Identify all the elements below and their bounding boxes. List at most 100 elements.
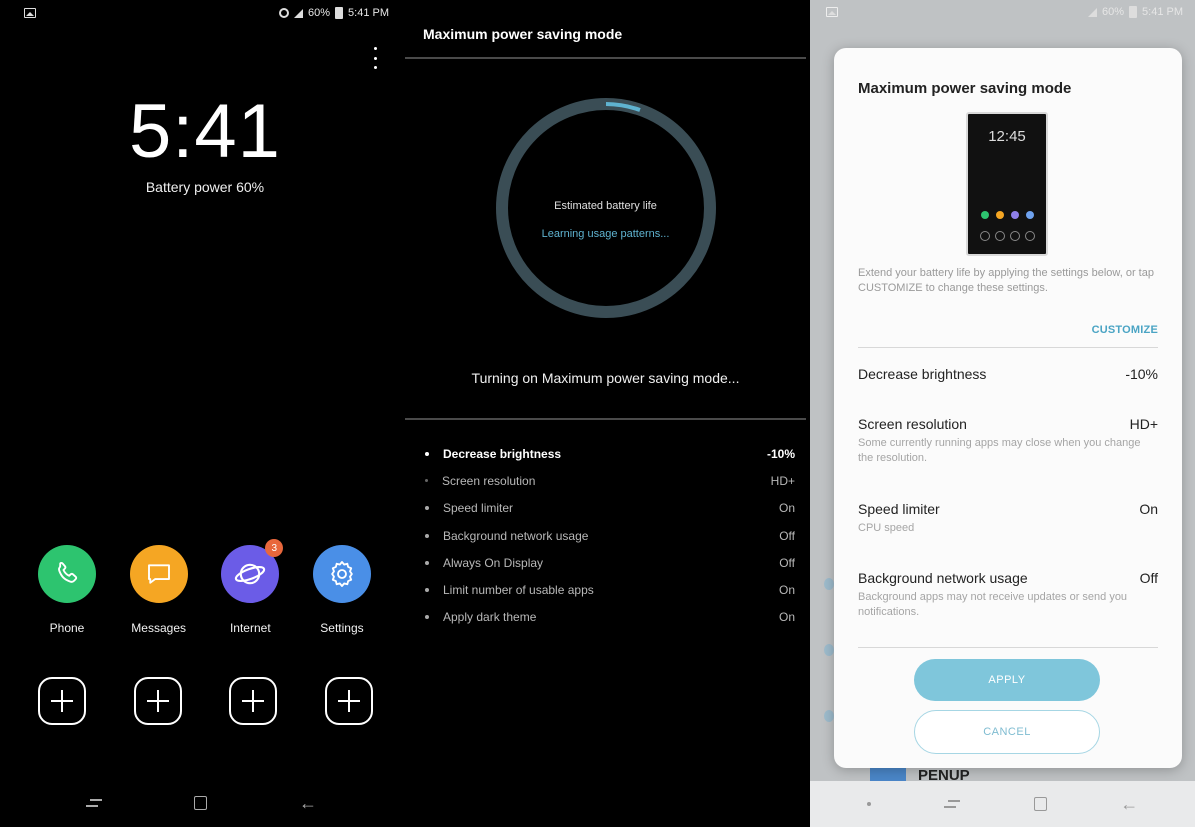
more-options-icon[interactable] [370, 47, 380, 69]
setting-value: On [1139, 501, 1158, 517]
settings-icon[interactable] [312, 545, 371, 603]
list-item: Decrease brightness -10% [425, 440, 795, 467]
preview-add-icon [1024, 231, 1035, 241]
preview-app-dot [980, 211, 989, 219]
setting-background-network: Background network usage Off Background a… [858, 570, 1158, 620]
setting-description: Background apps may not receive updates … [858, 591, 1128, 618]
preview-app-dot [995, 211, 1004, 219]
item-label: Limit number of usable apps [443, 583, 594, 598]
preview-app-dot [1010, 211, 1019, 219]
setting-label: Decrease brightness [858, 366, 987, 382]
status-bar: 60% 5:41 PM [0, 0, 403, 26]
battery-icon [1129, 6, 1138, 18]
recent-apps-icon[interactable] [86, 797, 102, 809]
item-label: Always On Display [443, 555, 544, 570]
app-settings[interactable]: Settings [297, 545, 387, 635]
learning-usage-text: Learning usage patterns... [541, 228, 670, 240]
status-message: Turning on Maximum power saving mode... [471, 370, 740, 386]
divider [858, 347, 1158, 348]
app-label: Settings [320, 621, 364, 635]
navigation-bar: ← [0, 779, 403, 827]
power-saving-dialog: Maximum power saving mode 12:45 Extend y… [834, 48, 1182, 768]
list-item: Always On Display Off [425, 549, 795, 576]
status-time: 5:41 PM [348, 7, 389, 19]
sync-icon [279, 8, 289, 18]
setting-value: Off [1139, 570, 1158, 586]
add-app-row [38, 677, 373, 725]
list-item: Screen resolution HD+ [425, 467, 795, 494]
apply-button[interactable]: APPLY [914, 659, 1100, 701]
preview-clock: 12:45 [988, 128, 1026, 145]
home-screen-panel: 60% 5:41 PM 5:41 Battery power 60% Phone… [0, 0, 403, 827]
home-clock: 5:41 [129, 89, 281, 174]
item-label: Background network usage [443, 528, 589, 543]
battery-percent: 60% [308, 7, 331, 19]
battery-power-text: Battery power 60% [145, 179, 265, 195]
recent-apps-icon[interactable] [944, 798, 961, 810]
back-icon[interactable]: ← [1120, 794, 1138, 815]
cancel-button[interactable]: CANCEL [914, 710, 1100, 754]
setting-decrease-brightness: Decrease brightness -10% [858, 366, 1158, 382]
app-internet[interactable]: 3 Internet [205, 539, 295, 635]
page-title: Maximum power saving mode [423, 26, 623, 42]
bullet-icon [425, 479, 428, 483]
app-label: Phone [49, 621, 85, 635]
status-bar: 60% 5:41 PM [810, 0, 1195, 24]
background-toggle-icon [824, 578, 834, 590]
dialog-description: Extend your battery life by applying the… [858, 267, 1154, 294]
gallery-notification-icon [24, 8, 36, 18]
applying-panel: Maximum power saving mode Estimated batt… [405, 0, 806, 827]
messages-icon[interactable] [129, 545, 188, 603]
setting-value: -10% [1125, 366, 1158, 382]
item-value: Off [779, 528, 795, 543]
confirm-dialog-panel: 60% 5:41 PM PENUP Maximum power saving m… [810, 0, 1195, 827]
bullet-icon [425, 533, 429, 538]
add-app-button[interactable] [229, 677, 278, 725]
app-label: Internet [229, 621, 271, 635]
dialog-title: Maximum power saving mode [858, 80, 1072, 97]
setting-label: Speed limiter [858, 501, 940, 517]
item-value: On [778, 610, 795, 625]
status-time: 5:41 PM [1142, 6, 1183, 18]
preview-add-icon [994, 231, 1005, 241]
preview-app-dot [1025, 211, 1034, 219]
bullet-icon [425, 506, 429, 511]
setting-label: Screen resolution [858, 416, 967, 432]
item-value: On [778, 583, 795, 598]
gallery-notification-icon [826, 7, 838, 17]
setting-description: Some currently running apps may close wh… [858, 437, 1141, 464]
add-app-button[interactable] [324, 677, 373, 725]
app-phone[interactable]: Phone [22, 545, 112, 635]
list-item: Background network usage Off [425, 522, 795, 549]
add-app-button[interactable] [38, 677, 86, 725]
item-label: Decrease brightness [443, 446, 562, 461]
preview-add-icon [1009, 231, 1020, 241]
item-value: HD+ [770, 473, 795, 488]
background-toggle-icon [824, 710, 834, 722]
back-icon[interactable]: ← [299, 793, 317, 814]
signal-icon [1088, 7, 1097, 17]
item-label: Screen resolution [442, 473, 536, 488]
app-label: Messages [131, 621, 186, 635]
divider [405, 418, 806, 420]
setting-speed-limiter: Speed limiter On CPU speed [858, 501, 1158, 536]
item-value: Off [779, 555, 795, 570]
phone-icon[interactable] [38, 545, 96, 603]
internet-icon[interactable]: 3 [221, 539, 284, 603]
divider [405, 57, 806, 59]
home-icon[interactable] [1033, 797, 1047, 811]
list-item: Limit number of usable apps On [425, 576, 795, 603]
home-icon[interactable] [194, 796, 207, 810]
setting-screen-resolution: Screen resolution HD+ Some currently runn… [858, 416, 1158, 466]
bullet-icon [425, 451, 429, 456]
setting-description: CPU speed [858, 522, 915, 534]
customize-button[interactable]: CUSTOMIZE [1092, 324, 1158, 336]
bullet-icon [425, 588, 429, 593]
navigation-bar: ← [810, 781, 1195, 827]
app-messages[interactable]: Messages [114, 545, 204, 635]
add-app-button[interactable] [133, 677, 182, 725]
bullet-icon [425, 560, 429, 565]
preview-add-icon [979, 231, 990, 241]
item-label: Apply dark theme [443, 610, 537, 625]
battery-percent: 60% [1102, 6, 1125, 18]
